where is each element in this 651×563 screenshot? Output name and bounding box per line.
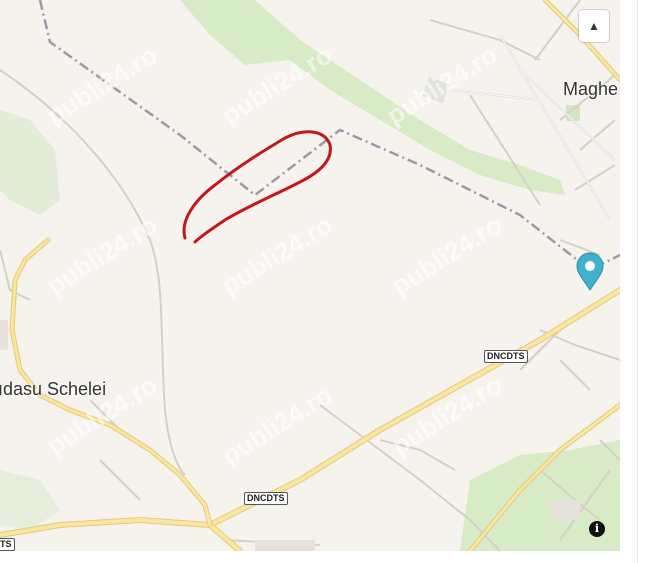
compass-icon: ▲	[588, 19, 600, 33]
page-edge	[637, 0, 651, 563]
road-shield: TS	[0, 538, 15, 551]
road-shield: DNCDTS	[244, 492, 288, 505]
place-label-maghera: Maghe	[563, 79, 619, 99]
road-shield: DNCDTS	[484, 350, 528, 363]
location-pin-icon	[576, 252, 604, 291]
forest-area	[0, 110, 60, 215]
compass-button[interactable]: ▲	[579, 10, 609, 42]
place-label-sudasu: ıdasu Schelei	[0, 379, 107, 399]
map-canvas[interactable]: publi24.ro publi24.ro publi24.ro publi24…	[0, 0, 620, 551]
forest-area	[0, 470, 60, 530]
info-icon[interactable]: i	[589, 521, 605, 537]
